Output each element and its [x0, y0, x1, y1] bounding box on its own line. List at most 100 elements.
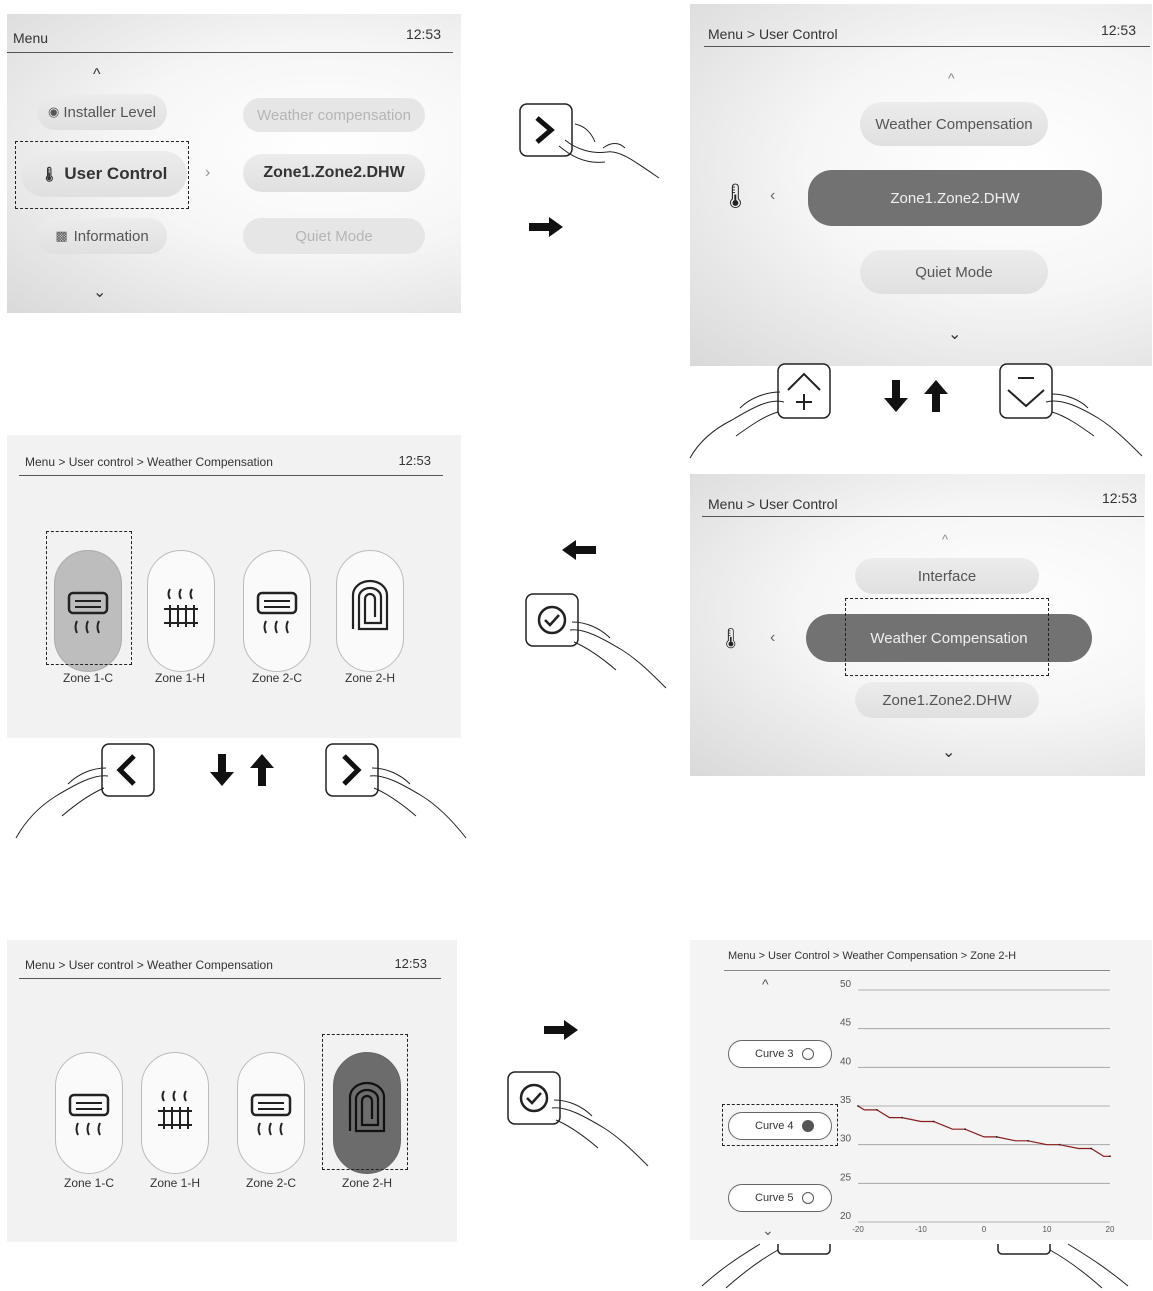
chevron-up-icon[interactable]: ^ — [942, 532, 948, 547]
submenu-item-label: Zone1.Zone2.DHW — [263, 164, 405, 181]
radio-icon — [801, 1048, 814, 1060]
zone-1h-tile[interactable] — [141, 1052, 209, 1174]
curve-label: Curve 3 — [755, 1048, 794, 1060]
zone-label: Zone 2-H — [341, 1176, 393, 1190]
hand-press-confirm-button — [507, 1071, 649, 1167]
submenu-item-weather-compensation[interactable]: Weather compensation — [243, 98, 425, 132]
zone-2c-tile[interactable] — [243, 550, 311, 672]
breadcrumb: Menu > User Control > Weather Compensati… — [728, 950, 1017, 962]
chevron-down-icon[interactable]: ⌄ — [948, 324, 961, 344]
header-divider — [7, 52, 453, 53]
chevron-down-icon[interactable]: ⌄ — [762, 1222, 774, 1239]
submenu-item-label: Quiet Mode — [295, 227, 373, 245]
selection-outline — [845, 598, 1049, 676]
menu-item-weather-compensation[interactable]: Weather Compensation — [860, 102, 1048, 146]
zone-1h-tile[interactable] — [147, 550, 215, 672]
curve-point — [1027, 1139, 1029, 1142]
zone-2c-tile[interactable] — [237, 1052, 305, 1174]
hand-icon — [1045, 393, 1143, 457]
chevron-left-icon[interactable]: ‹ — [770, 187, 775, 205]
floor-heating-icon — [351, 579, 389, 631]
hand-press-confirm-button — [525, 593, 667, 689]
zone-label: Zone 1-C — [63, 1176, 115, 1190]
chevron-up-icon[interactable]: ^ — [762, 976, 769, 992]
user-control-screen-weather: Menu > User Control 12:53 ^ Interface 🌡 … — [690, 474, 1145, 776]
y-tick-label: 30 — [840, 1134, 852, 1145]
menu-item-label: Quiet Mode — [915, 263, 993, 281]
arrow-down-up-icon — [210, 754, 274, 786]
arrow-right-icon — [529, 217, 563, 237]
zone-2h-tile[interactable] — [336, 550, 404, 672]
curve-5-option[interactable]: Curve 5 — [728, 1184, 832, 1212]
hand-partial-left — [701, 1243, 831, 1289]
breadcrumb: Menu > User control > Weather Compensati… — [25, 958, 273, 972]
clock: 12:53 — [398, 453, 431, 468]
confirm-button[interactable] — [525, 593, 579, 647]
menu-item-quiet-mode[interactable]: Quiet Mode — [860, 250, 1048, 294]
submenu-item-zone-dhw[interactable]: Zone1.Zone2.DHW — [243, 154, 425, 192]
menu-item-zone-dhw[interactable]: Zone1.Zone2.DHW — [855, 682, 1039, 718]
button-edge — [777, 1244, 831, 1255]
confirm-button[interactable] — [507, 1071, 561, 1125]
y-tick-label: 35 — [840, 1095, 852, 1106]
curve-point — [1109, 1155, 1111, 1158]
y-tick-label: 50 — [840, 979, 852, 990]
hand-icon — [551, 1099, 649, 1167]
cooling-unit-icon — [68, 1093, 110, 1136]
y-tick-label: 40 — [840, 1056, 852, 1067]
clock: 12:53 — [405, 26, 441, 42]
left-button[interactable] — [101, 743, 155, 797]
info-icon: ▩ — [55, 228, 68, 243]
user-control-screen: Menu > User Control 12:53 ^ Weather Comp… — [690, 4, 1152, 366]
cooling-unit-icon — [256, 591, 298, 634]
chevron-up-icon[interactable]: ^ — [948, 70, 955, 86]
zone-label: Zone 2-H — [344, 671, 396, 685]
y-tick-label: 25 — [840, 1172, 852, 1183]
menu-item-information[interactable]: ▩ Information — [37, 218, 167, 254]
x-tick-label: -20 — [852, 1225, 864, 1234]
menu-item-installer-level[interactable]: ◉ Installer Level — [37, 94, 167, 130]
curve-line — [857, 1105, 1110, 1157]
curve-point — [932, 1120, 935, 1123]
arrow-down-up-icon — [884, 380, 948, 412]
zone-1c-tile[interactable] — [55, 1052, 123, 1174]
menu-item-label: Weather Compensation — [875, 115, 1033, 133]
curve-point — [1058, 1143, 1061, 1146]
clock: 12:53 — [1101, 490, 1137, 506]
hand-press-down-button — [999, 363, 1143, 457]
weather-curve-chart: 50454035302520-20 -10 0 10 20 — [840, 979, 1115, 1234]
menu-screen: Menu 12:53 ^ ◉ Installer Level 🌡 User Co… — [7, 14, 461, 313]
chevron-left-icon[interactable]: ‹ — [770, 629, 775, 647]
submenu-item-quiet-mode[interactable]: Quiet Mode — [243, 218, 425, 254]
hand-icon — [569, 621, 667, 689]
menu-item-label: Zone1.Zone2.DHW — [890, 189, 1020, 207]
hand-icon — [689, 391, 785, 459]
right-button[interactable] — [519, 103, 573, 157]
gear-icon: ◉ — [48, 104, 60, 119]
hand-press-left-button — [15, 743, 155, 839]
hand-press-right-button — [519, 103, 660, 179]
curve-3-option[interactable]: Curve 3 — [728, 1040, 832, 1068]
curve-point — [876, 1108, 878, 1111]
selection-outline — [46, 531, 132, 665]
chevron-down-icon[interactable]: ⌄ — [942, 742, 955, 762]
curve-point — [964, 1128, 966, 1131]
menu-item-label: Interface — [917, 567, 977, 585]
hand-partial-right — [997, 1243, 1129, 1289]
hand-icon — [1049, 1243, 1129, 1289]
x-tick-label: 10 — [1043, 1225, 1052, 1234]
chevron-down-icon[interactable]: ⌄ — [93, 282, 106, 302]
breadcrumb: Menu > User Control — [708, 26, 838, 42]
curve-point — [1090, 1147, 1092, 1150]
radio-icon — [801, 1192, 814, 1204]
arrow-right-icon — [544, 1020, 578, 1040]
breadcrumb: Menu > User Control — [708, 496, 838, 512]
x-tick-label: -10 — [915, 1225, 927, 1234]
right-button[interactable] — [325, 743, 379, 797]
hand-icon — [15, 767, 109, 839]
thermometer-icon: 🌡 — [720, 183, 751, 210]
menu-item-zone-dhw[interactable]: Zone1.Zone2.DHW — [808, 170, 1102, 226]
chevron-up-icon[interactable]: ^ — [93, 66, 101, 84]
menu-item-interface[interactable]: Interface — [855, 558, 1039, 594]
header-divider — [724, 970, 1110, 971]
